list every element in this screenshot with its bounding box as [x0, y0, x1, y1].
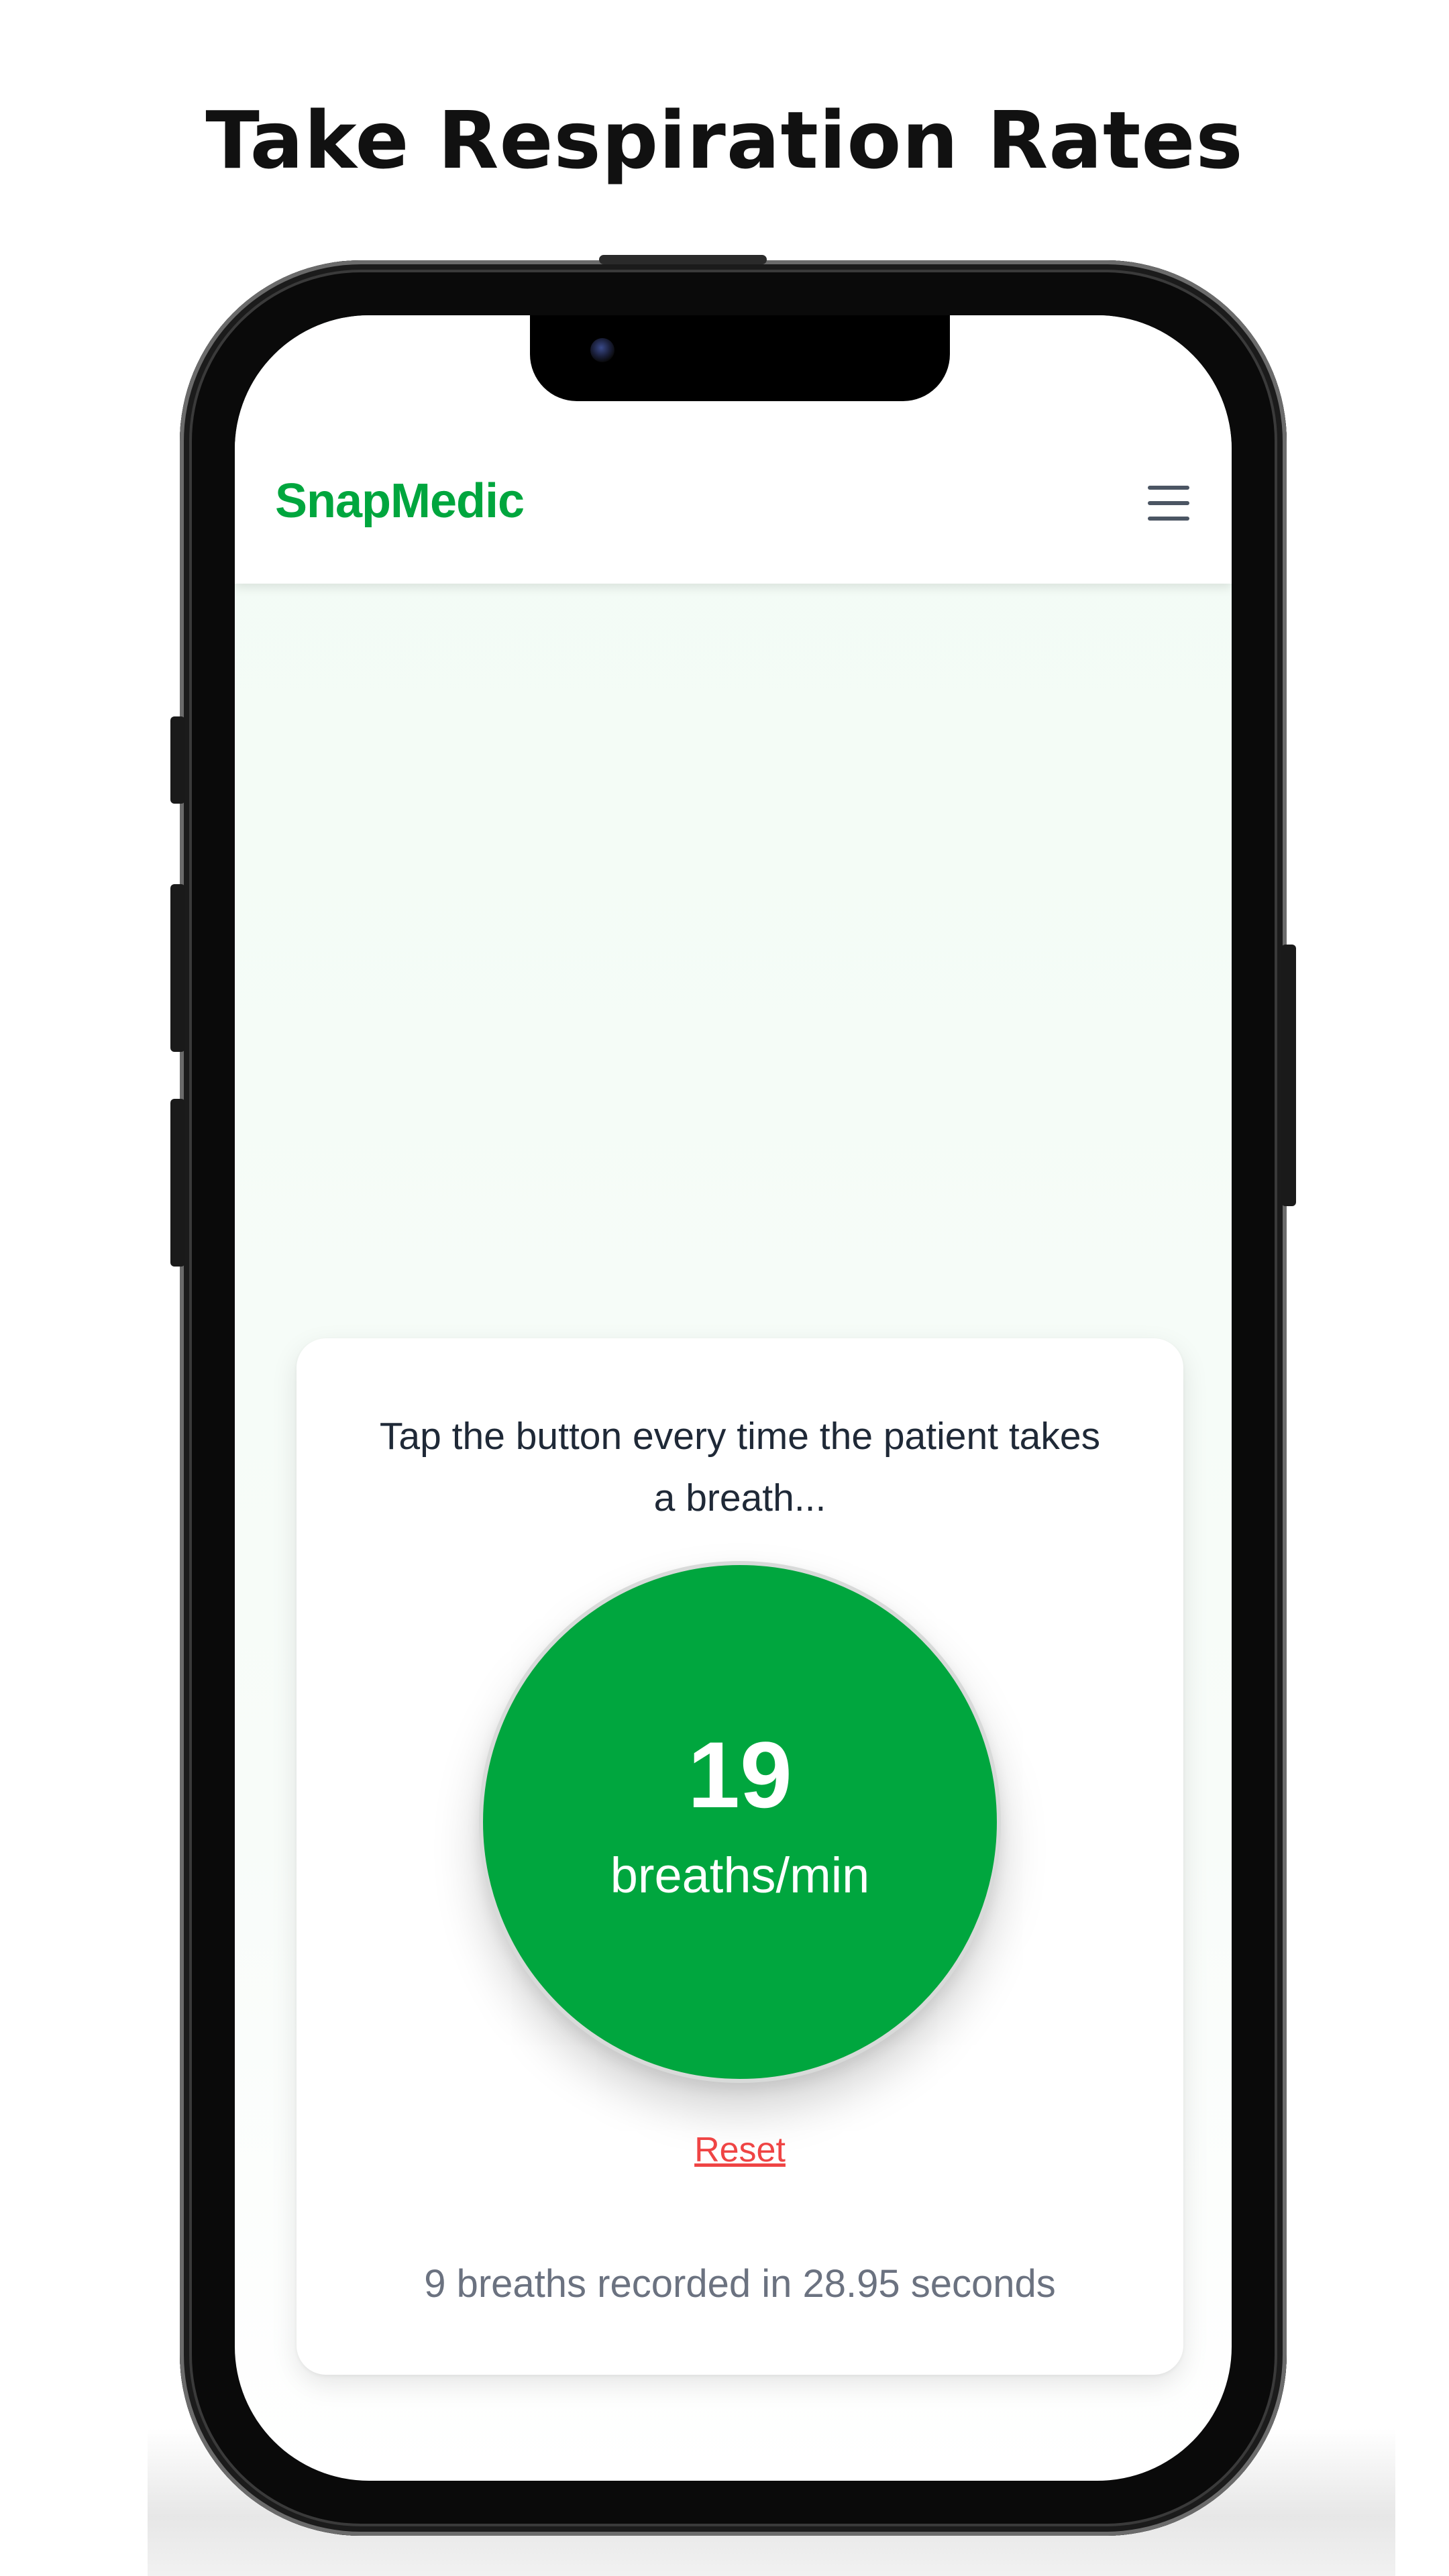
menu-line	[1148, 486, 1189, 490]
phone-screen: SnapMedic Tap the button every time the …	[235, 315, 1232, 2481]
breath-tap-button[interactable]: 19 breaths/min	[479, 1561, 1001, 2083]
instruction-text: Tap the button every time the patient ta…	[379, 1415, 1101, 1519]
hamburger-menu-icon[interactable]	[1144, 482, 1193, 525]
menu-line	[1148, 517, 1189, 521]
phone-frame: SnapMedic Tap the button every time the …	[170, 255, 1296, 2536]
brand-logo[interactable]: SnapMedic	[275, 474, 525, 529]
power-button	[1281, 945, 1296, 1206]
reset-link-row: Reset	[297, 2127, 1183, 2174]
respiration-rate-value: 19	[688, 1722, 792, 1827]
silent-switch	[170, 716, 185, 804]
earpiece-speaker	[599, 255, 767, 264]
volume-down-button	[170, 1099, 185, 1267]
reset-link[interactable]: Reset	[694, 2131, 786, 2169]
menu-line	[1148, 501, 1189, 505]
respiration-card: Tap the button every time the patient ta…	[297, 1338, 1183, 2375]
volume-up-button	[170, 884, 185, 1052]
front-camera-icon	[590, 338, 614, 362]
breath-summary: 9 breaths recorded in 28.95 seconds	[424, 2262, 1056, 2306]
notch	[530, 315, 950, 401]
promo-title: Take Respiration Rates	[205, 94, 1244, 186]
respiration-rate-unit: breaths/min	[610, 1847, 870, 1903]
